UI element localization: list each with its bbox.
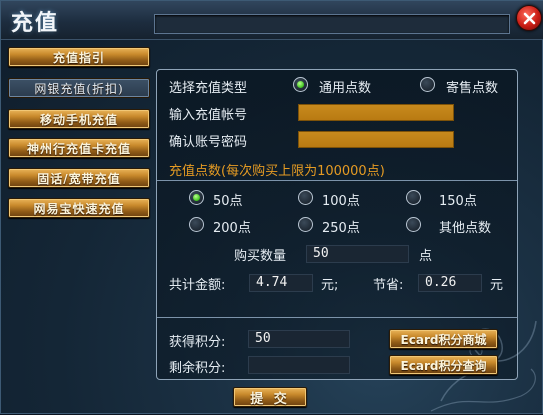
radio-50-points[interactable] <box>189 190 204 205</box>
total-label: 共计金额: <box>169 278 226 293</box>
divider <box>157 180 517 181</box>
confirm-label: 确认账号密码 <box>169 135 248 150</box>
quantity-unit: 点 <box>419 249 433 264</box>
close-icon <box>523 12 535 24</box>
radio-150-points[interactable] <box>406 190 421 205</box>
quantity-label: 购买数量 <box>234 249 287 264</box>
quantity-input[interactable]: 50 <box>306 245 409 263</box>
recharge-window: 充值 充值指引 网银充值(折扣) 移动手机充值 神州行充值卡充值 固话/宽带充值… <box>0 0 543 414</box>
radio-200-points[interactable] <box>189 217 204 232</box>
radio-consignment-points[interactable] <box>420 77 435 92</box>
ecard-query-button[interactable]: Ecard积分查询 <box>389 355 498 375</box>
account-input[interactable] <box>298 104 454 121</box>
radio-100-points-label: 100点 <box>322 194 360 209</box>
earned-points-value: 50 <box>248 330 350 348</box>
radio-50-points-label: 50点 <box>213 194 243 209</box>
type-label: 选择充值类型 <box>169 81 248 96</box>
title-bar[interactable]: 充值 <box>1 1 543 40</box>
radio-consignment-points-label: 寄售点数 <box>446 81 499 96</box>
radio-200-points-label: 200点 <box>213 221 251 236</box>
radio-general-points-label: 通用点数 <box>319 81 372 96</box>
sidebar-item-wangyibao[interactable]: 网易宝快速充值 <box>8 198 150 218</box>
sidebar-item-landline-broadband[interactable]: 固话/宽带充值 <box>8 168 150 188</box>
save-label: 节省: <box>373 278 404 293</box>
divider <box>157 317 517 318</box>
total-unit: 元; <box>321 278 339 293</box>
sidebar-item-recharge-guide[interactable]: 充值指引 <box>8 47 150 67</box>
title-bar-field <box>154 14 510 34</box>
save-unit: 元 <box>490 278 504 293</box>
sidebar-item-mobile[interactable]: 移动手机充值 <box>8 109 150 129</box>
save-value: 0.26 <box>418 274 482 292</box>
remaining-points-label: 剩余积分: <box>169 361 226 376</box>
ecard-mall-button[interactable]: Ecard积分商城 <box>389 329 498 349</box>
window-title: 充值 <box>11 10 60 36</box>
account-label: 输入充值帐号 <box>169 108 248 123</box>
sidebar-item-szx-card[interactable]: 神州行充值卡充值 <box>8 138 150 158</box>
radio-250-points[interactable] <box>298 217 313 232</box>
submit-button[interactable]: 提 交 <box>233 387 307 407</box>
radio-250-points-label: 250点 <box>322 221 360 236</box>
remaining-points-value <box>248 356 350 374</box>
sidebar-item-online-bank[interactable]: 网银充值(折扣) <box>8 78 150 98</box>
close-button[interactable] <box>516 5 542 31</box>
confirm-account-input[interactable] <box>298 131 454 148</box>
radio-100-points[interactable] <box>298 190 313 205</box>
total-value: 4.74 <box>249 274 313 292</box>
points-header: 充值点数(每次购买上限为100000点) <box>169 164 385 179</box>
radio-other-points[interactable] <box>406 217 421 232</box>
radio-other-points-label: 其他点数 <box>439 221 492 236</box>
radio-150-points-label: 150点 <box>439 194 477 209</box>
radio-general-points[interactable] <box>293 77 308 92</box>
earned-points-label: 获得积分: <box>169 335 226 350</box>
